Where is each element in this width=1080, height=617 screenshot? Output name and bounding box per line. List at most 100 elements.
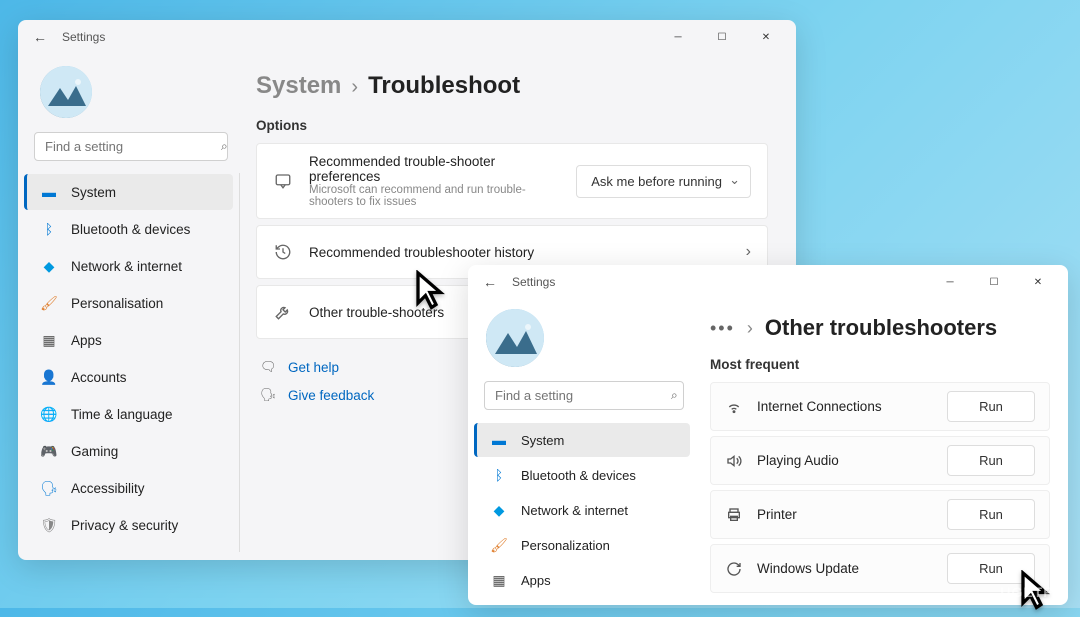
titlebar: ← Settings ─ ☐ ✕ — [468, 265, 1068, 299]
run-button-printer[interactable]: Run — [947, 499, 1035, 530]
maximize-button[interactable]: ☐ — [972, 267, 1016, 297]
nav-item-apps[interactable]: ▦ Apps — [474, 563, 690, 597]
nav-item-network[interactable]: ◆ Network & internet — [474, 493, 690, 527]
printer-icon — [725, 506, 743, 524]
time-icon: 🌐 — [41, 406, 57, 422]
nav-item-privacy[interactable]: 🛡 Privacy & security — [24, 507, 233, 543]
card-preferences[interactable]: Recommended trouble-shooter preferences … — [256, 143, 768, 219]
search-icon: ⌕ — [221, 139, 228, 154]
search-input[interactable] — [45, 139, 221, 154]
section-head-options: Options — [256, 118, 768, 133]
bluetooth-icon: ᛒ — [491, 467, 507, 483]
search-icon: ⌕ — [671, 388, 678, 403]
card-title: Recommended trouble-shooter preferences — [309, 154, 560, 184]
nav-label: Bluetooth & devices — [521, 468, 636, 483]
nav-label: Personalisation — [71, 296, 163, 311]
nav-item-bluetooth[interactable]: ᛒ Bluetooth & devices — [474, 458, 690, 492]
nav-label: Apps — [521, 573, 551, 588]
help-icon: 🗨 — [260, 359, 276, 375]
minimize-button[interactable]: ─ — [928, 267, 972, 297]
system-icon: ▬ — [41, 184, 57, 200]
troubleshooter-windows-update: Windows Update Run — [710, 544, 1050, 593]
apps-icon: ▦ — [41, 332, 57, 348]
main-panel: ••• › Other troubleshooters Most frequen… — [700, 299, 1068, 605]
window-title: Settings — [512, 275, 555, 289]
nav-item-time-language[interactable]: 🌐 Time & language — [24, 396, 233, 432]
nav-item-apps[interactable]: ▦ Apps — [24, 322, 233, 358]
back-button[interactable]: ← — [26, 23, 54, 51]
link-text: Give feedback — [288, 388, 374, 403]
nav-label: Network & internet — [71, 259, 182, 274]
run-button-audio[interactable]: Run — [947, 445, 1035, 476]
nav-label: Personalization — [521, 538, 610, 553]
card-title: Recommended troubleshooter history — [309, 245, 730, 260]
nav-item-accessibility[interactable]: 🗣 Accessibility — [24, 470, 233, 506]
nav-label: Privacy & security — [71, 518, 178, 533]
chevron-right-icon: › — [746, 243, 751, 261]
section-head-most-frequent: Most frequent — [710, 357, 1050, 372]
nav-item-gaming[interactable]: 🎮 Gaming — [24, 433, 233, 469]
nav-item-bluetooth[interactable]: ᛒ Bluetooth & devices — [24, 211, 233, 247]
troubleshooter-audio: Playing Audio Run — [710, 436, 1050, 485]
breadcrumb: ••• › Other troubleshooters — [710, 315, 1050, 341]
chat-icon — [273, 171, 293, 191]
accessibility-icon: 🗣 — [41, 480, 57, 496]
breadcrumb-troubleshoot: Troubleshoot — [368, 72, 520, 100]
privacy-icon: 🛡 — [41, 517, 57, 533]
settings-window-other-troubleshooters: ← Settings ─ ☐ ✕ ⌕ ▬ System ᛒ — [468, 265, 1068, 605]
breadcrumb-sep: › — [747, 318, 753, 339]
troubleshooter-printer: Printer Run — [710, 490, 1050, 539]
nav-item-personalisation[interactable]: 🖌 Personalisation — [24, 285, 233, 321]
nav-label: Accessibility — [71, 481, 145, 496]
nav-item-system[interactable]: ▬ System — [24, 174, 233, 210]
maximize-button[interactable]: ☐ — [700, 22, 744, 52]
breadcrumb: System › Troubleshoot — [256, 72, 768, 100]
avatar[interactable] — [40, 66, 92, 118]
nav-item-accounts[interactable]: 👤 Accounts — [24, 359, 233, 395]
nav-item-network[interactable]: ◆ Network & internet — [24, 248, 233, 284]
nav-label: Bluetooth & devices — [71, 222, 190, 237]
nav-label: Network & internet — [521, 503, 628, 518]
preferences-dropdown[interactable]: Ask me before running — [576, 165, 751, 198]
network-icon: ◆ — [491, 502, 507, 518]
nav-label: Apps — [71, 333, 102, 348]
ts-label: Internet Connections — [757, 399, 933, 414]
feedback-icon: 🗣 — [260, 387, 276, 403]
nav-item-accounts[interactable]: 👤 Accounts — [474, 598, 690, 605]
window-title: Settings — [62, 30, 105, 44]
avatar[interactable] — [486, 309, 544, 367]
run-button-internet[interactable]: Run — [947, 391, 1035, 422]
breadcrumb-overflow[interactable]: ••• — [710, 318, 735, 339]
nav-label: Accounts — [71, 370, 127, 385]
search-box[interactable]: ⌕ — [34, 132, 228, 161]
nav-label: Gaming — [71, 444, 118, 459]
personalisation-icon: 🖌 — [41, 295, 57, 311]
nav-item-personalization[interactable]: 🖌 Personalization — [474, 528, 690, 562]
content: ⌕ ▬ System ᛒ Bluetooth & devices ◆ Netwo… — [468, 299, 1068, 605]
audio-icon — [725, 452, 743, 470]
breadcrumb-system[interactable]: System — [256, 72, 341, 100]
close-button[interactable]: ✕ — [1016, 267, 1060, 297]
ts-label: Playing Audio — [757, 453, 933, 468]
window-controls: ─ ☐ ✕ — [928, 267, 1060, 297]
titlebar: ← Settings ─ ☐ ✕ — [18, 20, 796, 54]
breadcrumb-sep: › — [351, 76, 358, 99]
update-icon — [725, 560, 743, 578]
bluetooth-icon: ᛒ — [41, 221, 57, 237]
search-input[interactable] — [495, 388, 671, 403]
minimize-button[interactable]: ─ — [656, 22, 700, 52]
nav-label: Time & language — [71, 407, 173, 422]
search-box[interactable]: ⌕ — [484, 381, 684, 410]
accounts-icon: 👤 — [41, 369, 57, 385]
troubleshooter-internet: Internet Connections Run — [710, 382, 1050, 431]
nav-item-system[interactable]: ▬ System — [474, 423, 690, 457]
wifi-icon — [725, 398, 743, 416]
back-button[interactable]: ← — [476, 268, 504, 296]
nav-list: ▬ System ᛒ Bluetooth & devices ◆ Network… — [22, 173, 240, 552]
nav-label: System — [521, 433, 564, 448]
close-button[interactable]: ✕ — [744, 22, 788, 52]
apps-icon: ▦ — [491, 572, 507, 588]
gaming-icon: 🎮 — [41, 443, 57, 459]
run-button-windows-update[interactable]: Run — [947, 553, 1035, 584]
personalisation-icon: 🖌 — [491, 537, 507, 553]
